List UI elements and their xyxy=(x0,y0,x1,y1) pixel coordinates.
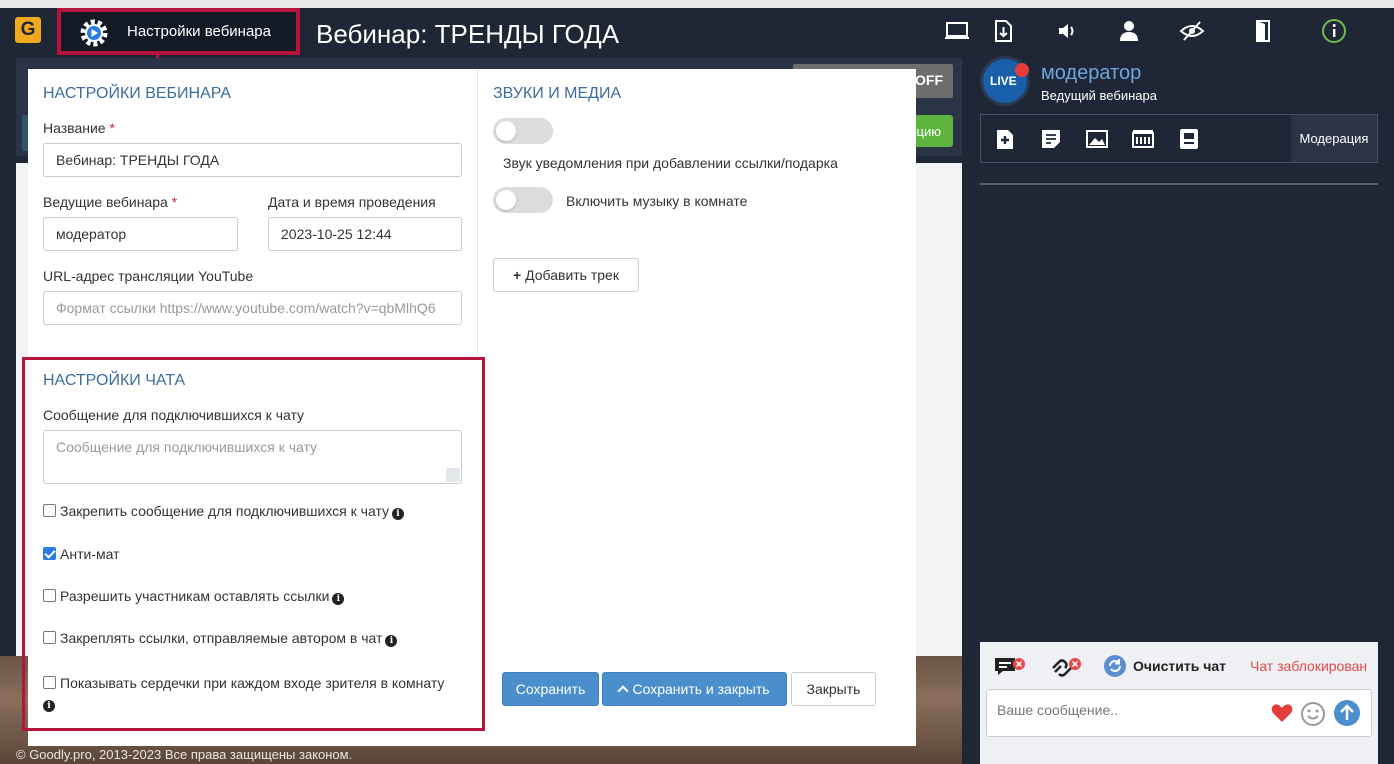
music-label: Включить музыку в комнате xyxy=(566,193,748,209)
option-label: Разрешить участникам оставлять ссылки xyxy=(60,588,330,604)
datetime-label: Дата и время проведения xyxy=(268,194,436,210)
tab-moderation[interactable]: Модерация xyxy=(1291,115,1377,162)
screen-icon[interactable] xyxy=(944,18,970,44)
gear-icon xyxy=(80,19,108,47)
top-bar: G Настройки вебинара Вебинар: ТРЕНДЫ ГОД… xyxy=(0,8,1394,55)
welcome-message-label: Сообщение для подключившихся к чату xyxy=(43,407,305,423)
download-icon[interactable] xyxy=(990,18,1016,44)
off-label: OFF xyxy=(915,72,943,88)
browser-strip xyxy=(0,0,1394,8)
moderator-role: Ведущий вебинара xyxy=(1041,88,1157,103)
exit-door-icon[interactable] xyxy=(1250,18,1276,44)
required-mark: * xyxy=(171,194,178,210)
option-show-hearts[interactable]: Показывать сердечки при каждом входе зри… xyxy=(43,673,473,713)
note-icon[interactable] xyxy=(1039,127,1063,151)
moderator-toolbar: Модерация xyxy=(980,114,1378,163)
welcome-message-input[interactable]: Сообщение для подключившихся к чату xyxy=(43,430,462,484)
block-messages-icon[interactable] xyxy=(993,654,1027,680)
notify-sound-toggle[interactable] xyxy=(493,118,553,144)
option-anti-mat[interactable]: Анти-мат xyxy=(43,546,119,562)
youtube-url-label: URL-адрес трансляции YouTube xyxy=(43,268,254,284)
option-label: Закреплять ссылки, отправляемые автором … xyxy=(60,630,383,646)
user-icon[interactable] xyxy=(1116,18,1142,44)
chat-settings-title: НАСТРОЙКИ ЧАТА xyxy=(43,372,186,389)
music-toggle[interactable] xyxy=(493,187,553,213)
stage-green-label: цию xyxy=(916,124,941,139)
page-title: Вебинар: ТРЕНДЫ ГОДА xyxy=(316,19,620,49)
allow-links-checkbox[interactable] xyxy=(43,589,56,602)
live-logo-text: LIVE xyxy=(990,74,1017,88)
media-settings-title: ЗВУКИ И МЕДИА xyxy=(493,85,622,102)
option-label: Закрепить сообщение для подключившихся к… xyxy=(60,503,390,519)
chat-message-input[interactable] xyxy=(997,702,1257,718)
pin-welcome-checkbox[interactable] xyxy=(43,504,56,517)
hosts-field[interactable]: модератор xyxy=(43,217,238,251)
name-label: Название * xyxy=(43,120,115,136)
record-dot-icon xyxy=(1015,63,1029,77)
banner-icon[interactable] xyxy=(1177,127,1201,151)
save-button[interactable]: Сохранить xyxy=(502,672,599,706)
sound-icon[interactable] xyxy=(1054,18,1080,44)
option-pin-author-links[interactable]: Закреплять ссылки, отправляемые автором … xyxy=(43,630,398,647)
timer-icon[interactable] xyxy=(1131,127,1155,151)
name-label-text: Название xyxy=(43,120,106,136)
info-icon[interactable]: i xyxy=(385,635,398,647)
webinar-settings-button[interactable]: Настройки вебинара xyxy=(57,8,300,55)
info-icon[interactable]: i xyxy=(392,508,405,520)
save-and-close-button[interactable]: Сохранить и закрыть xyxy=(602,672,787,706)
welcome-message-placeholder: Сообщение для подключившихся к чату xyxy=(56,439,318,455)
emoji-icon[interactable] xyxy=(1300,701,1326,727)
webinar-settings-title: НАСТРОЙКИ ВЕБИНАРА xyxy=(43,85,232,102)
datetime-field[interactable]: 2023-10-25 12:44 xyxy=(268,217,462,251)
webinar-settings-modal: НАСТРОЙКИ ВЕБИНАРА Название * Вебинар: Т… xyxy=(22,69,916,746)
refresh-icon[interactable] xyxy=(1103,654,1127,678)
clear-chat-button[interactable]: Очистить чат xyxy=(1133,658,1226,674)
required-mark: * xyxy=(109,120,115,136)
chevron-up-icon xyxy=(617,685,630,697)
option-label: Показывать сердечки при каждом входе зри… xyxy=(60,675,445,691)
notify-sound-label: Звук уведомления при добавлении ссылки/п… xyxy=(503,155,838,171)
add-track-button[interactable]: + Добавить трек xyxy=(493,258,639,292)
info-circle-icon[interactable] xyxy=(1321,18,1347,44)
plus-icon: + xyxy=(513,267,522,283)
goodly-logo: G xyxy=(15,17,41,43)
info-icon[interactable]: i xyxy=(332,593,345,605)
close-button[interactable]: Закрыть xyxy=(791,672,876,706)
pin-author-links-checkbox[interactable] xyxy=(43,631,56,644)
resize-grip[interactable] xyxy=(446,468,460,482)
webinar-name-field[interactable]: Вебинар: ТРЕНДЫ ГОДА xyxy=(43,143,462,177)
anti-mat-checkbox[interactable] xyxy=(43,547,56,560)
send-icon[interactable] xyxy=(1333,699,1361,727)
chat-locked-status[interactable]: Чат заблокирован xyxy=(1250,658,1367,674)
hosts-label-text: Ведущие вебинара xyxy=(43,194,168,210)
option-label: Анти-мат xyxy=(60,546,120,562)
option-allow-links[interactable]: Разрешить участникам оставлять ссылки i xyxy=(43,588,345,605)
column-divider xyxy=(477,69,478,354)
show-hearts-checkbox[interactable] xyxy=(43,676,56,689)
avatar: LIVE xyxy=(980,56,1030,106)
hosts-label: Ведущие вебинара * xyxy=(43,194,177,210)
panel-divider xyxy=(980,183,1378,185)
image-icon[interactable] xyxy=(1085,127,1109,151)
heart-icon[interactable] xyxy=(1271,703,1293,723)
no-eye-icon[interactable] xyxy=(1179,18,1205,44)
footer-copyright: © Goodly.pro, 2013-2023 Все права защище… xyxy=(16,747,353,762)
webinar-settings-label: Настройки вебинара xyxy=(127,23,271,40)
block-links-icon[interactable] xyxy=(1049,654,1083,680)
info-icon[interactable]: i xyxy=(43,700,55,712)
add-track-label: Добавить трек xyxy=(525,267,619,283)
option-pin-welcome[interactable]: Закрепить сообщение для подключившихся к… xyxy=(43,503,405,520)
add-document-icon[interactable] xyxy=(993,127,1017,151)
chat-message-box xyxy=(986,689,1372,737)
save-and-close-label: Сохранить и закрыть xyxy=(632,681,770,697)
youtube-url-input[interactable]: Формат ссылки https://www.youtube.com/wa… xyxy=(43,291,462,325)
moderator-name: модератор xyxy=(1041,62,1142,84)
